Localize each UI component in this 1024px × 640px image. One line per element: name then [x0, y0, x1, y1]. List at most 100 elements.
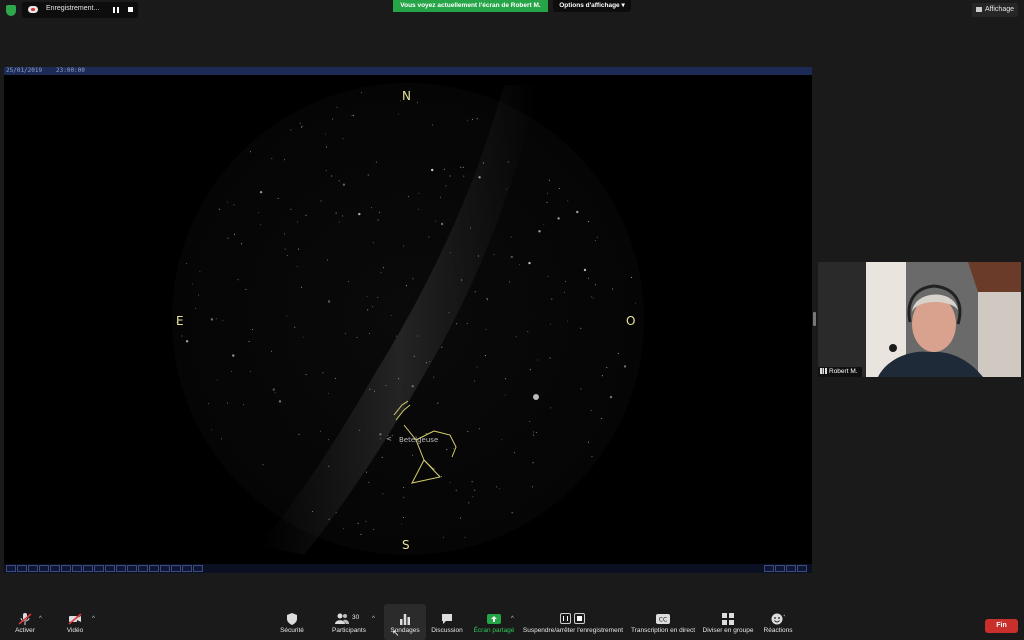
planetarium-nav-button[interactable]	[786, 565, 796, 572]
star	[356, 337, 358, 338]
planetarium-tool-button[interactable]	[61, 565, 71, 572]
star	[385, 385, 387, 387]
planetarium-tool-button[interactable]	[160, 565, 170, 572]
star	[353, 114, 354, 116]
star	[495, 486, 497, 488]
star	[210, 318, 214, 321]
planetarium-tool-button[interactable]	[149, 565, 159, 572]
planetarium-tool-button[interactable]	[105, 565, 115, 572]
star	[296, 265, 298, 267]
star	[590, 410, 592, 411]
reactions-button[interactable]: + Réactions	[762, 604, 794, 640]
breakout-rooms-icon	[722, 613, 734, 625]
unmute-label: Activer	[15, 627, 35, 634]
security-shield-icon	[287, 613, 297, 625]
star	[467, 430, 469, 432]
planetarium-tool-button[interactable]	[127, 565, 137, 572]
share-options-caret-icon[interactable]: ^	[511, 616, 514, 622]
star	[284, 159, 286, 161]
star	[262, 464, 264, 466]
sky-map: < Betelgeuse N E O S	[4, 75, 812, 565]
star	[382, 493, 384, 495]
star	[538, 230, 541, 233]
video-options-caret-icon[interactable]: ^	[92, 616, 95, 622]
star	[412, 454, 413, 456]
stop-recording-button[interactable]	[128, 7, 133, 12]
planetarium-tool-button[interactable]	[28, 565, 38, 572]
star	[208, 403, 209, 405]
shield-icon[interactable]	[6, 5, 16, 16]
live-transcript-button[interactable]: CC Transcription en direct	[630, 604, 696, 640]
star	[506, 188, 508, 190]
pause-recording-button[interactable]	[113, 7, 119, 13]
star	[403, 496, 405, 498]
star	[233, 204, 235, 206]
star	[338, 180, 340, 182]
share-screen-button[interactable]: Écran partagé	[473, 604, 515, 640]
star	[398, 378, 399, 380]
end-meeting-button[interactable]: Fin	[985, 619, 1018, 633]
star	[519, 264, 521, 266]
planetarium-tool-button[interactable]	[94, 565, 104, 572]
planetarium-nav-button[interactable]	[797, 565, 807, 572]
panel-resize-handle[interactable]	[813, 312, 816, 326]
security-button[interactable]: Sécurité	[275, 604, 309, 640]
star	[587, 441, 589, 443]
star	[290, 129, 292, 131]
planetarium-tool-button[interactable]	[171, 565, 181, 572]
participants-icon: 30	[335, 613, 363, 625]
video-button[interactable]: Vidéo	[60, 604, 90, 640]
polls-button[interactable]: Sondages	[384, 604, 426, 640]
star	[445, 185, 447, 187]
planetarium-tool-button[interactable]	[182, 565, 192, 572]
breakout-rooms-button[interactable]: Diviser en groupe	[702, 604, 754, 640]
cardinal-east: E	[176, 314, 184, 328]
view-options-button[interactable]: Options d'affichage ▾	[553, 0, 631, 12]
star	[478, 176, 481, 179]
star	[631, 276, 632, 278]
planetarium-tool-button[interactable]	[138, 565, 148, 572]
star	[567, 320, 569, 322]
star	[551, 298, 553, 300]
star	[535, 432, 537, 433]
star	[472, 496, 474, 498]
audio-options-caret-icon[interactable]: ^	[39, 616, 42, 622]
star	[406, 403, 408, 405]
planetarium-tool-button[interactable]	[72, 565, 82, 572]
planetarium-tool-button[interactable]	[116, 565, 126, 572]
star	[199, 270, 201, 272]
planetarium-tool-button[interactable]	[6, 565, 16, 572]
planetarium-nav-button[interactable]	[775, 565, 785, 572]
pause-stop-recording-button[interactable]: Suspendre/arrêter l'enregistrement	[522, 604, 624, 640]
participant-video[interactable]: Robert M.	[818, 262, 1021, 377]
star	[368, 481, 370, 483]
star	[468, 502, 470, 504]
planetarium-nav-button[interactable]	[764, 565, 774, 572]
star	[218, 208, 220, 210]
shared-screen: 25/01/2019 23:00:00 < Betelgeuse N E O S	[4, 67, 812, 573]
star	[462, 166, 464, 168]
planetarium-tool-button[interactable]	[50, 565, 60, 572]
star	[510, 236, 512, 238]
chat-button[interactable]: Discussion	[430, 604, 464, 640]
star	[418, 192, 420, 194]
star	[547, 192, 549, 194]
star	[191, 283, 193, 285]
unmute-button[interactable]: Activer	[8, 604, 42, 640]
star	[441, 346, 443, 348]
star	[374, 390, 375, 392]
planetarium-tool-button[interactable]	[17, 565, 27, 572]
reactions-label: Réactions	[763, 627, 793, 634]
participants-button[interactable]: 30 Participants	[328, 604, 370, 640]
cardinal-west: O	[626, 314, 635, 328]
star	[366, 471, 367, 473]
participants-options-caret-icon[interactable]: ^	[372, 616, 375, 622]
planetarium-tool-button[interactable]	[193, 565, 203, 572]
view-button[interactable]: Affichage	[971, 3, 1018, 17]
planetarium-tool-button[interactable]	[83, 565, 93, 572]
star	[372, 242, 374, 244]
star	[379, 433, 382, 436]
star	[369, 332, 370, 334]
planetarium-tool-button[interactable]	[39, 565, 49, 572]
star	[473, 380, 475, 382]
